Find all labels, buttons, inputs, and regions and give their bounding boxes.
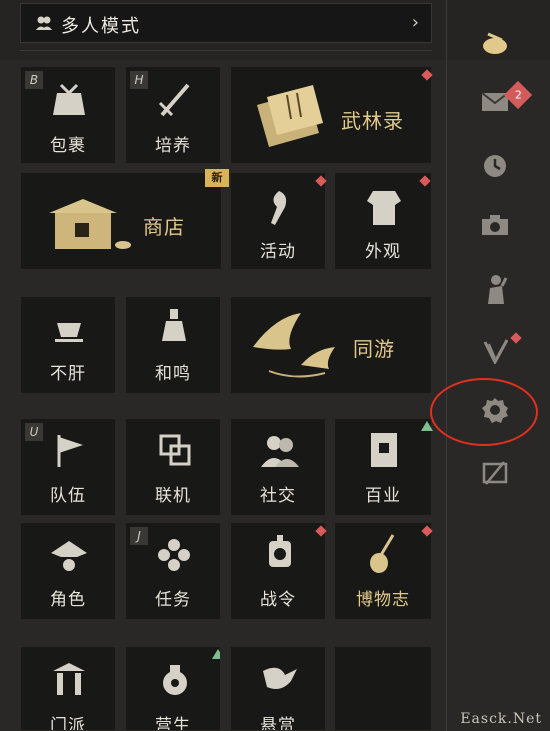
new-badge: 新 bbox=[205, 169, 229, 187]
tile-quest[interactable]: J 任务 bbox=[125, 522, 221, 620]
panel-divider bbox=[446, 0, 447, 731]
lantern-icon bbox=[269, 535, 291, 567]
tile-online[interactable]: 联机 bbox=[125, 418, 221, 516]
header-title: 多人模式 bbox=[61, 16, 141, 37]
tile-label: 外观 bbox=[365, 242, 401, 262]
tile-label: 悬赏 bbox=[260, 716, 296, 731]
sidebar-screen-off[interactable] bbox=[470, 460, 520, 494]
sword-icon bbox=[158, 83, 190, 117]
tile-label: 任务 bbox=[155, 590, 191, 610]
tile-label: 培养 bbox=[155, 136, 191, 156]
robe-icon bbox=[367, 191, 401, 225]
chevron-right-icon[interactable]: › bbox=[412, 12, 419, 33]
tile-label: 战令 bbox=[260, 590, 296, 610]
tile-label: 武林录 bbox=[341, 109, 404, 133]
arrow-up-indicator bbox=[212, 649, 220, 659]
banner-icon bbox=[371, 433, 397, 467]
tile-buqian[interactable]: 不肝 bbox=[20, 296, 116, 394]
cranes-icon bbox=[253, 313, 335, 378]
tile-label: 联机 bbox=[155, 486, 191, 506]
gesture-icon bbox=[488, 275, 508, 304]
tile-label: 社交 bbox=[260, 486, 296, 506]
tile-label: 商店 bbox=[143, 215, 185, 239]
hotkey-badge: H bbox=[130, 71, 148, 89]
screen-off-icon bbox=[482, 461, 508, 485]
tile-role[interactable]: 角色 bbox=[20, 522, 116, 620]
pipa-icon bbox=[370, 534, 395, 573]
tile-label: 角色 bbox=[50, 590, 86, 610]
friends-icon bbox=[261, 436, 299, 467]
teacup-icon bbox=[55, 323, 83, 342]
sidebar-gesture[interactable] bbox=[470, 274, 520, 308]
sidebar-camera[interactable] bbox=[470, 214, 520, 248]
bundle-icon bbox=[53, 83, 85, 115]
tile-wulin[interactable]: 武林录 bbox=[230, 66, 433, 164]
tile-partial-1[interactable]: 门派 bbox=[20, 646, 116, 731]
shop-icon bbox=[49, 199, 131, 249]
tile-label: 同游 bbox=[353, 337, 395, 361]
notification-dot bbox=[315, 525, 327, 537]
highlight-circle bbox=[430, 378, 538, 446]
notification-dot bbox=[421, 69, 433, 81]
sidebar-tea[interactable] bbox=[470, 30, 520, 64]
tile-label: 营生 bbox=[155, 716, 191, 731]
gate-icon bbox=[53, 663, 85, 695]
hat-icon bbox=[51, 541, 87, 571]
multiplayer-header[interactable]: 多人模式 › bbox=[20, 3, 432, 43]
tile-partial-2[interactable]: 营生 bbox=[125, 646, 221, 731]
tile-label: 活动 bbox=[260, 242, 296, 262]
tile-bag[interactable]: B 包裹 bbox=[20, 66, 116, 164]
tile-label: 队伍 bbox=[50, 486, 86, 506]
notification-dot bbox=[421, 525, 433, 537]
tile-label: 博物志 bbox=[356, 590, 410, 610]
money-bag-icon bbox=[163, 665, 187, 695]
dove-icon bbox=[263, 667, 297, 689]
hotkey-badge: U bbox=[25, 423, 43, 441]
bird-icon bbox=[271, 191, 287, 225]
clock-icon bbox=[484, 155, 506, 177]
tile-label: 包裹 bbox=[50, 136, 86, 156]
tile-heming[interactable]: 和鸣 bbox=[125, 296, 221, 394]
tile-partial-3[interactable]: 悬赏 bbox=[230, 646, 326, 731]
arrow-up-indicator bbox=[421, 421, 433, 431]
tile-label: 和鸣 bbox=[155, 364, 191, 384]
notification-dot bbox=[315, 175, 327, 187]
sidebar-clock[interactable] bbox=[470, 153, 520, 187]
tile-label: 不肝 bbox=[50, 364, 86, 384]
link-squares-icon bbox=[159, 434, 191, 466]
camera-icon bbox=[482, 215, 508, 235]
tile-label: 门派 bbox=[50, 716, 86, 731]
tile-partial-4[interactable] bbox=[334, 646, 432, 731]
tile-tongyou[interactable]: 同游 bbox=[230, 296, 432, 394]
tile-social[interactable]: 社交 bbox=[230, 418, 326, 516]
tile-shop[interactable]: 商店 新 bbox=[20, 169, 229, 270]
tea-icon bbox=[483, 32, 507, 54]
flower-icon bbox=[158, 539, 190, 571]
flag-icon bbox=[57, 435, 83, 467]
pagoda-icon bbox=[162, 309, 186, 341]
tile-label: 百业 bbox=[365, 486, 401, 506]
scroll-icon bbox=[257, 85, 323, 147]
watermark: Easck.Net bbox=[460, 711, 542, 727]
tile-battlepass[interactable]: 战令 bbox=[230, 522, 327, 620]
tile-appearance[interactable]: 外观 bbox=[334, 172, 432, 270]
hotkey-badge: B bbox=[25, 71, 43, 89]
header-divider bbox=[20, 50, 432, 51]
tile-bowuzhi[interactable]: 博物志 bbox=[334, 522, 433, 620]
tile-train[interactable]: H 培养 bbox=[125, 66, 221, 164]
hotkey-badge: J bbox=[130, 527, 148, 545]
pen-icon bbox=[483, 339, 509, 364]
tile-event[interactable]: 活动 bbox=[230, 172, 327, 270]
tile-team[interactable]: U 队伍 bbox=[20, 418, 116, 516]
notification-dot bbox=[419, 175, 431, 187]
people-icon bbox=[36, 16, 52, 30]
tile-baiye[interactable]: 百业 bbox=[334, 418, 433, 516]
